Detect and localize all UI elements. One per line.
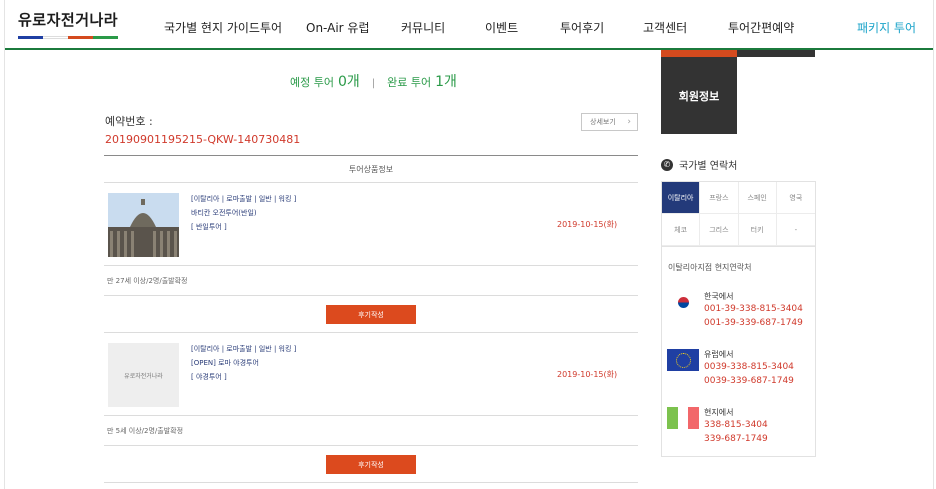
scheduled-tour-label: 예정 투어 <box>290 76 334 89</box>
contact-label: 한국에서 <box>704 292 734 301</box>
contact-entry-local: 현지에서 338-815-3404 339-687-1749 <box>667 407 815 449</box>
contact-label: 유럽에서 <box>704 350 734 359</box>
completed-tour-count: 1개 <box>435 74 457 90</box>
contact-phone: 0039-339-687-1749 <box>704 376 794 386</box>
contact-label: 현지에서 <box>704 408 734 417</box>
country-tab-empty: - <box>776 214 815 246</box>
tour-count-summary: 예정 투어 0개 | 완료 투어 1개 <box>290 71 460 91</box>
count-separator: | <box>371 78 376 89</box>
main-nav: 국가별 현지 가이드투어 On-Air 유럽 커뮤니티 이벤트 투어후기 고객센… <box>5 0 933 50</box>
country-contact-title: ✆ 국가별 연락처 <box>661 157 737 172</box>
tour-tags: [이탈리아 | 로마출발 | 일반 | 워킹 ] <box>191 195 297 203</box>
completed-tour-label: 완료 투어 <box>387 76 432 89</box>
contact-entry-europe: 유럽에서 0039-338-815-3404 0039-339-687-1749 <box>667 349 815 391</box>
tour-name[interactable]: 바티칸 오전투어(반일) <box>191 208 257 218</box>
tour-type: [ 반일투어 ] <box>191 223 227 231</box>
tour-name[interactable]: [OPEN] 로마 야경투어 <box>191 358 259 368</box>
contact-phone: 0039-338-815-3404 <box>704 362 794 372</box>
contact-panel: 이탈리아지점 현지연락처 한국에서 001-39-338-815-3404 00… <box>661 247 816 457</box>
tour-row: [이탈리아 | 로마출발 | 일반 | 워킹 ] 바티칸 오전투어(반일) [ … <box>104 184 638 266</box>
tour-date: 2019-10-15(화) <box>557 220 618 229</box>
tour-thumbnail-vatican[interactable] <box>108 193 179 257</box>
scheduled-tour-count: 0개 <box>337 74 360 90</box>
write-review-button[interactable]: 후기작성 <box>326 455 416 474</box>
nav-community[interactable]: 커뮤니티 <box>401 19 445 36</box>
branch-contact-title: 이탈리아지점 현지연락처 <box>668 263 752 272</box>
contact-phone: 001-39-338-815-3404 <box>704 304 803 314</box>
page: 유로자전거나라 국가별 현지 가이드투어 On-Air 유럽 커뮤니티 이벤트 … <box>0 0 936 489</box>
contact-entry-korea: 한국에서 001-39-338-815-3404 001-39-339-687-… <box>667 291 815 333</box>
write-review-button[interactable]: 후기작성 <box>326 305 416 324</box>
nav-country-guide-tour[interactable]: 국가별 현지 가이드투어 <box>164 19 282 36</box>
korea-flag-icon <box>667 291 699 313</box>
contact-phone: 339-687-1749 <box>704 434 768 444</box>
nav-package-tour[interactable]: 패키지 투어 <box>857 19 916 36</box>
tour-thumbnail-logo[interactable]: 유로자전거나라 <box>108 343 179 407</box>
nav-tour-reviews[interactable]: 투어후기 <box>560 19 604 36</box>
contact-phone: 001-39-339-687-1749 <box>704 318 803 328</box>
member-info-label: 회원정보 <box>678 90 720 103</box>
country-tab-turkey[interactable]: 터키 <box>738 214 777 246</box>
reservation-number-label: 예약번호 : <box>105 115 153 128</box>
country-tab-spain[interactable]: 스페인 <box>738 182 777 214</box>
member-box-accent <box>661 50 737 57</box>
contact-phone: 338-815-3404 <box>704 420 768 430</box>
country-tab-greece[interactable]: 그리스 <box>700 214 739 246</box>
nav-quick-booking[interactable]: 투어간편예약 <box>728 19 794 36</box>
tour-product-section-title: 투어상품정보 <box>104 155 638 183</box>
site-header: 유로자전거나라 국가별 현지 가이드투어 On-Air 유럽 커뮤니티 이벤트 … <box>5 0 933 50</box>
divider <box>104 332 638 333</box>
country-tab-czech[interactable]: 체코 <box>662 214 701 246</box>
frame-border-left <box>4 0 5 489</box>
tour-type: [ 야경투어 ] <box>191 373 227 381</box>
chevron-right-icon: › <box>627 117 631 127</box>
eu-flag-icon <box>667 349 699 371</box>
member-info-box[interactable]: 회원정보 <box>661 50 737 134</box>
tour-people-info: 만 5세 이상/2명/출발확정 <box>104 416 638 446</box>
phone-icon: ✆ <box>661 158 673 171</box>
tour-people-info: 만 27세 이상/2명/출발확정 <box>104 266 638 296</box>
detail-view-label: 상세보기 <box>590 118 616 126</box>
tour-date: 2019-10-15(화) <box>557 370 618 379</box>
country-contact-label: 국가별 연락처 <box>679 161 738 172</box>
nav-events[interactable]: 이벤트 <box>485 19 518 36</box>
detail-view-button[interactable]: 상세보기 › <box>581 113 638 131</box>
frame-border-right <box>933 0 934 489</box>
nav-customer-center[interactable]: 고객센터 <box>643 19 687 36</box>
vatican-dome-image <box>108 193 179 257</box>
reservation-number: 20190901195215-QKW-140730481 <box>105 133 301 146</box>
country-tab-uk[interactable]: 영국 <box>776 182 815 214</box>
tour-tags: [이탈리아 | 로마출발 | 일반 | 워킹 ] <box>191 345 297 353</box>
nav-on-air-europe[interactable]: On-Air 유럽 <box>306 19 370 36</box>
sidebar-top-bar <box>737 50 815 57</box>
country-tab-france[interactable]: 프랑스 <box>700 182 739 214</box>
divider <box>104 482 638 483</box>
tour-row: 유로자전거나라 [이탈리아 | 로마출발 | 일반 | 워킹 ] [OPEN] … <box>104 334 638 416</box>
country-tab-italy[interactable]: 이탈리아 <box>662 182 701 214</box>
country-tabs: 이탈리아 프랑스 스페인 영국 체코 그리스 터키 - <box>661 181 816 247</box>
italy-flag-icon <box>667 407 700 429</box>
thumbnail-logo-text: 유로자전거나라 <box>124 372 163 380</box>
